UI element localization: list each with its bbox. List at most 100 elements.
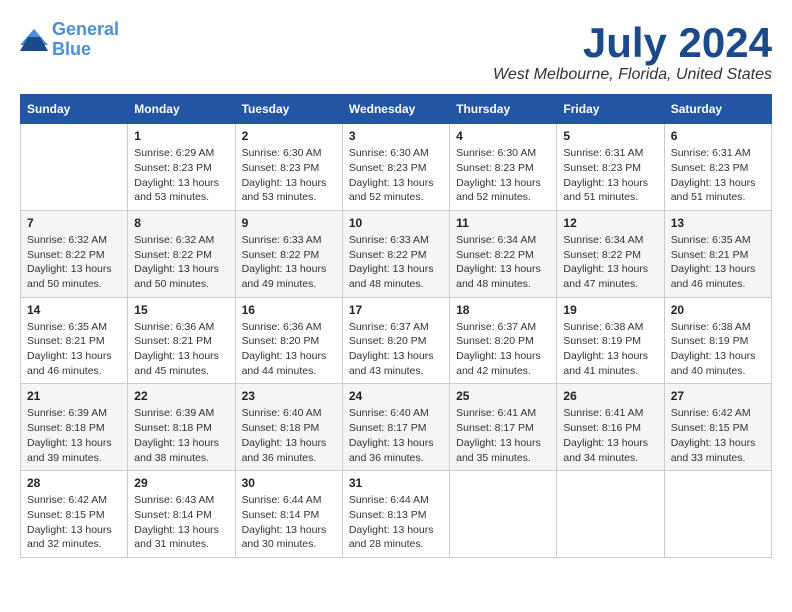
day-info: Sunrise: 6:40 AMSunset: 8:17 PMDaylight:… bbox=[349, 406, 443, 465]
calendar-day-cell: 1Sunrise: 6:29 AMSunset: 8:23 PMDaylight… bbox=[128, 124, 235, 211]
day-number: 21 bbox=[27, 389, 121, 403]
day-number: 9 bbox=[242, 216, 336, 230]
day-number: 22 bbox=[134, 389, 228, 403]
page-header: General Blue July 2024 West Melbourne, F… bbox=[20, 20, 772, 84]
calendar-day-cell bbox=[450, 471, 557, 558]
weekday-header-cell: Saturday bbox=[664, 95, 771, 124]
month-title: July 2024 bbox=[493, 20, 772, 66]
day-number: 13 bbox=[671, 216, 765, 230]
day-info: Sunrise: 6:31 AMSunset: 8:23 PMDaylight:… bbox=[563, 146, 657, 205]
calendar-day-cell: 26Sunrise: 6:41 AMSunset: 8:16 PMDayligh… bbox=[557, 384, 664, 471]
calendar-day-cell: 8 Sunrise: 6:32 AMSunset: 8:22 PMDaylight… bbox=[128, 210, 235, 297]
day-info: Sunrise: 6:36 AMSunset: 8:20 PMDaylight:… bbox=[242, 320, 336, 379]
day-info: Sunrise: 6:38 AMSunset: 8:19 PMDaylight:… bbox=[563, 320, 657, 379]
day-number: 8 bbox=[134, 216, 228, 230]
day-info: Sunrise: 6:42 AMSunset: 8:15 PMDaylight:… bbox=[671, 406, 765, 465]
day-info: Sunrise: 6:33 AMSunset: 8:22 PMDaylight:… bbox=[349, 233, 443, 292]
day-info: Sunrise: 6:44 AMSunset: 8:13 PMDaylight:… bbox=[349, 493, 443, 552]
calendar-day-cell: 6 Sunrise: 6:31 AMSunset: 8:23 PMDaylight… bbox=[664, 124, 771, 211]
day-number: 20 bbox=[671, 303, 765, 317]
day-number: 17 bbox=[349, 303, 443, 317]
calendar-day-cell: 18 Sunrise: 6:37 AMSunset: 8:20 PMDayligh… bbox=[450, 297, 557, 384]
weekday-header-cell: Sunday bbox=[21, 95, 128, 124]
calendar-day-cell: 30Sunrise: 6:44 AMSunset: 8:14 PMDayligh… bbox=[235, 471, 342, 558]
day-number: 2 bbox=[242, 129, 336, 143]
day-info: Sunrise: 6:37 AMSunset: 8:20 PMDaylight:… bbox=[456, 320, 550, 379]
calendar-day-cell: 21 Sunrise: 6:39 AMSunset: 8:18 PMDayligh… bbox=[21, 384, 128, 471]
day-number: 24 bbox=[349, 389, 443, 403]
day-info: Sunrise: 6:38 AMSunset: 8:19 PMDaylight:… bbox=[671, 320, 765, 379]
calendar-day-cell: 5 Sunrise: 6:31 AMSunset: 8:23 PMDaylight… bbox=[557, 124, 664, 211]
weekday-header-cell: Friday bbox=[557, 95, 664, 124]
calendar-week-row: 7 Sunrise: 6:32 AMSunset: 8:22 PMDaylight… bbox=[21, 210, 772, 297]
day-info: Sunrise: 6:35 AMSunset: 8:21 PMDaylight:… bbox=[671, 233, 765, 292]
day-number: 29 bbox=[134, 476, 228, 490]
day-number: 4 bbox=[456, 129, 550, 143]
day-number: 18 bbox=[456, 303, 550, 317]
logo-text: General Blue bbox=[52, 20, 119, 60]
calendar-day-cell: 20 Sunrise: 6:38 AMSunset: 8:19 PMDayligh… bbox=[664, 297, 771, 384]
day-number: 31 bbox=[349, 476, 443, 490]
day-number: 19 bbox=[563, 303, 657, 317]
day-info: Sunrise: 6:30 AMSunset: 8:23 PMDaylight:… bbox=[349, 146, 443, 205]
weekday-header-cell: Thursday bbox=[450, 95, 557, 124]
day-number: 28 bbox=[27, 476, 121, 490]
calendar-day-cell: 3 Sunrise: 6:30 AMSunset: 8:23 PMDaylight… bbox=[342, 124, 449, 211]
weekday-header-cell: Monday bbox=[128, 95, 235, 124]
day-info: Sunrise: 6:29 AMSunset: 8:23 PMDaylight:… bbox=[134, 146, 228, 205]
calendar-day-cell: 14 Sunrise: 6:35 AMSunset: 8:21 PMDayligh… bbox=[21, 297, 128, 384]
day-number: 10 bbox=[349, 216, 443, 230]
day-number: 25 bbox=[456, 389, 550, 403]
title-block: July 2024 West Melbourne, Florida, Unite… bbox=[493, 20, 772, 84]
day-number: 11 bbox=[456, 216, 550, 230]
calendar-day-cell: 28 Sunrise: 6:42 AMSunset: 8:15 PMDayligh… bbox=[21, 471, 128, 558]
day-number: 5 bbox=[563, 129, 657, 143]
day-info: Sunrise: 6:30 AMSunset: 8:23 PMDaylight:… bbox=[456, 146, 550, 205]
day-number: 6 bbox=[671, 129, 765, 143]
logo-icon bbox=[20, 29, 48, 51]
calendar-day-cell: 31 Sunrise: 6:44 AMSunset: 8:13 PMDayligh… bbox=[342, 471, 449, 558]
calendar-day-cell bbox=[557, 471, 664, 558]
calendar-day-cell: 27 Sunrise: 6:42 AMSunset: 8:15 PMDayligh… bbox=[664, 384, 771, 471]
weekday-header-cell: Wednesday bbox=[342, 95, 449, 124]
calendar-day-cell: 7Sunrise: 6:32 AMSunset: 8:22 PMDaylight… bbox=[21, 210, 128, 297]
calendar-day-cell: 9 Sunrise: 6:33 AMSunset: 8:22 PMDaylight… bbox=[235, 210, 342, 297]
calendar-day-cell: 12Sunrise: 6:34 AMSunset: 8:22 PMDayligh… bbox=[557, 210, 664, 297]
day-info: Sunrise: 6:40 AMSunset: 8:18 PMDaylight:… bbox=[242, 406, 336, 465]
calendar-day-cell: 22Sunrise: 6:39 AMSunset: 8:18 PMDayligh… bbox=[128, 384, 235, 471]
day-number: 3 bbox=[349, 129, 443, 143]
calendar-day-cell: 19 Sunrise: 6:38 AMSunset: 8:19 PMDayligh… bbox=[557, 297, 664, 384]
day-number: 14 bbox=[27, 303, 121, 317]
calendar-day-cell: 2Sunrise: 6:30 AMSunset: 8:23 PMDaylight… bbox=[235, 124, 342, 211]
day-number: 7 bbox=[27, 216, 121, 230]
location-title: West Melbourne, Florida, United States bbox=[493, 66, 772, 84]
day-number: 15 bbox=[134, 303, 228, 317]
calendar-day-cell: 10 Sunrise: 6:33 AMSunset: 8:22 PMDayligh… bbox=[342, 210, 449, 297]
weekday-header-row: SundayMondayTuesdayWednesdayThursdayFrid… bbox=[21, 95, 772, 124]
calendar-day-cell: 15 Sunrise: 6:36 AMSunset: 8:21 PMDayligh… bbox=[128, 297, 235, 384]
calendar-day-cell bbox=[664, 471, 771, 558]
day-info: Sunrise: 6:33 AMSunset: 8:22 PMDaylight:… bbox=[242, 233, 336, 292]
calendar-day-cell: 4 Sunrise: 6:30 AMSunset: 8:23 PMDaylight… bbox=[450, 124, 557, 211]
day-info: Sunrise: 6:32 AMSunset: 8:22 PMDaylight:… bbox=[134, 233, 228, 292]
day-info: Sunrise: 6:44 AMSunset: 8:14 PMDaylight:… bbox=[242, 493, 336, 552]
day-info: Sunrise: 6:41 AMSunset: 8:17 PMDaylight:… bbox=[456, 406, 550, 465]
calendar-day-cell: 25 Sunrise: 6:41 AMSunset: 8:17 PMDayligh… bbox=[450, 384, 557, 471]
logo: General Blue bbox=[20, 20, 119, 60]
day-number: 12 bbox=[563, 216, 657, 230]
day-info: Sunrise: 6:31 AMSunset: 8:23 PMDaylight:… bbox=[671, 146, 765, 205]
day-number: 23 bbox=[242, 389, 336, 403]
day-info: Sunrise: 6:39 AMSunset: 8:18 PMDaylight:… bbox=[27, 406, 121, 465]
day-info: Sunrise: 6:35 AMSunset: 8:21 PMDaylight:… bbox=[27, 320, 121, 379]
calendar-body: 1Sunrise: 6:29 AMSunset: 8:23 PMDaylight… bbox=[21, 124, 772, 558]
calendar-day-cell: 17 Sunrise: 6:37 AMSunset: 8:20 PMDayligh… bbox=[342, 297, 449, 384]
calendar-day-cell: 24 Sunrise: 6:40 AMSunset: 8:17 PMDayligh… bbox=[342, 384, 449, 471]
day-info: Sunrise: 6:37 AMSunset: 8:20 PMDaylight:… bbox=[349, 320, 443, 379]
day-info: Sunrise: 6:36 AMSunset: 8:21 PMDaylight:… bbox=[134, 320, 228, 379]
day-number: 27 bbox=[671, 389, 765, 403]
calendar-day-cell: 29Sunrise: 6:43 AMSunset: 8:14 PMDayligh… bbox=[128, 471, 235, 558]
day-number: 26 bbox=[563, 389, 657, 403]
day-info: Sunrise: 6:42 AMSunset: 8:15 PMDaylight:… bbox=[27, 493, 121, 552]
day-number: 16 bbox=[242, 303, 336, 317]
calendar-day-cell: 13 Sunrise: 6:35 AMSunset: 8:21 PMDayligh… bbox=[664, 210, 771, 297]
